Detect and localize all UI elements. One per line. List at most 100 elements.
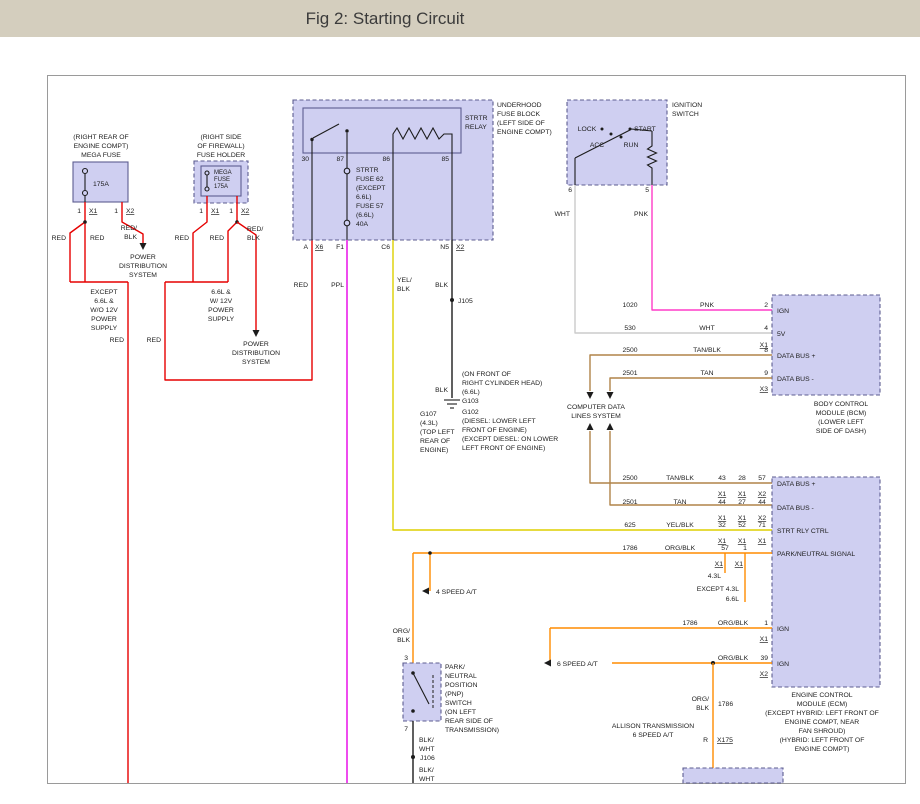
wire-color-label: TAN — [673, 499, 686, 506]
pin-number: 7 — [404, 726, 408, 733]
terminal-id: X1 — [738, 538, 747, 545]
ground-location-label: (ON FRONT OF — [462, 371, 511, 378]
terminal-id: X1 — [738, 491, 747, 498]
circuit-number: 2500 — [622, 475, 637, 482]
splice-dot — [450, 298, 454, 302]
signal-name-label: IGN — [777, 308, 789, 315]
pin-number: 32 — [718, 522, 726, 529]
component-location-label: ENGINE COMPT) — [497, 129, 552, 136]
component-location-label: (LEFT SIDE OF — [497, 120, 545, 127]
signal-name-label: DATA BUS + — [777, 481, 815, 488]
ground-location-label: ENGINE) — [420, 447, 448, 454]
component-location-label: SIDE OF DASH) — [816, 428, 866, 435]
destination-label: 6 SPEED A/T — [557, 661, 598, 668]
splice-label: J106 — [420, 755, 435, 762]
wire-color-label: ORG/ — [393, 628, 410, 635]
terminal-id: X1 — [738, 515, 747, 522]
signal-name-label: 5V — [777, 331, 786, 338]
variant-label: SUPPLY — [208, 316, 235, 323]
terminal-id: X1 — [760, 636, 769, 643]
splice-label: J105 — [458, 298, 473, 305]
destination-label: POWER — [130, 254, 156, 261]
wire-color-label: ORG/BLK — [665, 545, 696, 552]
signal-name-label: DATA BUS - — [777, 505, 814, 512]
component-name-label: FUSE BLOCK — [497, 111, 541, 118]
wire-color-label: TAN/BLK — [693, 347, 721, 354]
wire-color-label: PPL — [331, 282, 344, 289]
destination-label: DISTRIBUTION — [119, 263, 167, 270]
component-name-label: MODULE (ECM) — [797, 701, 848, 708]
terminal-id: X2 — [758, 491, 767, 498]
signal-name-label: IGN — [777, 626, 789, 633]
fuse-name-label: FUSE 62 — [356, 176, 384, 183]
component-location-label: (EXCEPT HYBRID: LEFT FRONT OF — [765, 710, 879, 717]
terminal-id: X1 — [758, 538, 767, 545]
component-location-label: ENGINE COMPT) — [795, 746, 850, 753]
wire-color-label: BLK/ — [419, 737, 434, 744]
variant-label: W/O 12V — [90, 307, 118, 314]
wire-color-label: RED/ — [121, 225, 137, 232]
ground-location-label: (TOP LEFT — [420, 429, 455, 436]
component-name-label: POSITION — [445, 682, 478, 689]
pin-number: 44 — [758, 499, 766, 506]
relay-name-label: RELAY — [465, 124, 487, 131]
fuse-name-label: FUSE — [214, 177, 230, 183]
component-name-label: MODULE (BCM) — [816, 410, 867, 417]
pin-number: 1 — [199, 208, 203, 215]
component-name-label: ENGINE CONTROL — [791, 692, 852, 699]
pin-number: A — [303, 244, 308, 251]
pin-number: 1 — [114, 208, 118, 215]
wire-color-label: TAN — [700, 370, 713, 377]
component-name-label: FUSE HOLDER — [197, 152, 245, 159]
wire-color-label: PNK — [700, 302, 714, 309]
wire-color-label: WHT — [419, 776, 434, 783]
component-location-label: ENGINE COMPT, NEAR — [785, 719, 859, 726]
pin-number: 1 — [77, 208, 81, 215]
wire-color-label: YEL/BLK — [666, 522, 694, 529]
terminal-id: X1 — [715, 561, 724, 568]
wire-color-label: BLK — [124, 234, 137, 241]
component-name-label: SWITCH — [445, 700, 472, 707]
signal-name-label: DATA BUS + — [777, 353, 815, 360]
switch-contact-dot — [620, 136, 623, 139]
pin-number: 9 — [764, 370, 768, 377]
component-name-label: UNDERHOOD — [497, 102, 542, 109]
variant-label: EXCEPT 4.3L — [697, 586, 739, 593]
wire-color-label: WHT — [699, 325, 714, 332]
pin-number: 5 — [645, 187, 649, 194]
ground-location-label: RIGHT CYLINDER HEAD) — [462, 380, 542, 387]
ground-location-label: (EXCEPT DIESEL: ON LOWER — [462, 436, 558, 443]
switch-position-label: RUN — [624, 142, 639, 149]
ground-id-label: G102 — [462, 409, 479, 416]
variant-label: EXCEPT — [90, 289, 117, 296]
component-location-label: REAR SIDE OF — [445, 718, 493, 725]
switch-contact-dot — [610, 133, 613, 136]
terminal-id: X2 — [760, 671, 769, 678]
pin-number: 43 — [718, 475, 726, 482]
component-name-label: SWITCH — [672, 111, 699, 118]
wire-color-label: YEL/ — [397, 277, 412, 284]
pin-number: 1 — [743, 545, 747, 552]
pin-number: 30 — [301, 156, 309, 163]
component-location-label: OF FIREWALL) — [197, 143, 244, 150]
component-name-label: NEUTRAL — [445, 673, 477, 680]
pin-number: R — [703, 737, 708, 744]
pin-number: 2 — [764, 302, 768, 309]
signal-name-label: DATA BUS - — [777, 376, 814, 383]
component-name-label: PARK/ — [445, 664, 465, 671]
wire-color-label: RED — [90, 235, 104, 242]
signal-name-label: IGN — [777, 661, 789, 668]
pin-number: 87 — [336, 156, 344, 163]
wire-color-label: RED — [210, 235, 224, 242]
wire-color-label: WHT — [419, 746, 434, 753]
pin-number: 1 — [764, 620, 768, 627]
component-location-label: (RIGHT REAR OF — [73, 134, 128, 141]
component-location-label: (LOWER LEFT — [818, 419, 864, 426]
variant-label: SUPPLY — [91, 325, 118, 332]
terminal-id: X175 — [717, 737, 733, 744]
wire-color-label: WHT — [555, 211, 570, 218]
fuse-name-label: STRTR — [356, 167, 379, 174]
fuse-name-label: MEGA — [214, 170, 232, 176]
variant-label: 6.6L & — [211, 289, 231, 296]
wire-color-label: RED — [52, 235, 66, 242]
